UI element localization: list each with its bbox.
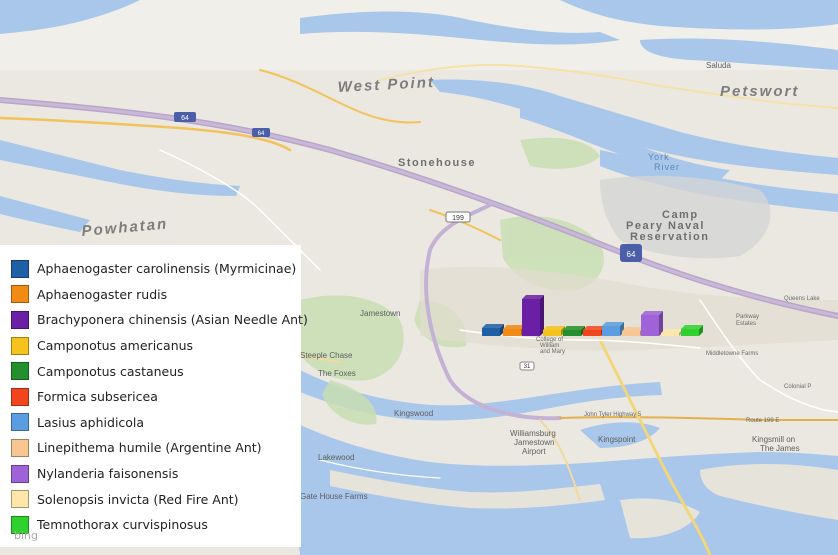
column-front <box>522 299 540 336</box>
label-and-mary: and Mary <box>540 349 565 355</box>
legend-swatch <box>11 490 29 509</box>
label-queens-lake: Queens Lake <box>784 296 820 302</box>
data-column[interactable] <box>661 329 683 336</box>
legend-label: Solenopsis invicta (Red Fire Ant) <box>37 491 239 507</box>
label-petsworth: Petswort <box>720 83 799 100</box>
column-front <box>681 329 699 336</box>
legend-swatch <box>11 413 29 432</box>
shield-64-a-label: 64 <box>181 115 189 122</box>
legend-swatch <box>11 336 29 355</box>
bing-logo: bing <box>14 529 38 542</box>
label-the-james: The James <box>760 444 800 453</box>
data-column[interactable] <box>543 326 565 336</box>
label-river: River <box>654 162 680 172</box>
label-estates: Estates <box>736 321 756 327</box>
legend-label: Camponotus americanus <box>37 338 194 354</box>
label-kingspoint: Kingspoint <box>598 435 636 444</box>
shield-64-b-label: 64 <box>258 131 265 137</box>
legend-label: Linepithema humile (Argentine Ant) <box>37 440 262 456</box>
label-airport: Airport <box>522 447 546 456</box>
legend-item[interactable]: Formica subsericea <box>11 384 301 410</box>
label-steeple-chase: Steeple Chase <box>300 351 353 360</box>
legend-item[interactable]: Aphaenogaster rudis <box>11 282 301 308</box>
label-york: York <box>648 152 670 162</box>
data-column[interactable] <box>602 322 624 336</box>
legend-item[interactable]: Camponotus americanus <box>11 333 301 359</box>
legend-label: Aphaenogaster rudis <box>37 286 168 302</box>
legend-item[interactable]: Aphaenogaster carolinensis (Myrmicinae) <box>11 256 301 282</box>
legend-swatch <box>11 285 29 304</box>
label-kingswood: Kingswood <box>394 409 433 418</box>
legend-item[interactable]: Lasius aphidicola <box>11 410 301 436</box>
column-front <box>503 329 521 336</box>
label-gate-house-farms: Gate House Farms <box>300 492 368 501</box>
column-front <box>661 333 679 336</box>
column-front <box>482 328 500 336</box>
legend-label: Brachyponera chinensis (Asian Needle Ant… <box>37 312 308 328</box>
legend-item[interactable]: Brachyponera chinensis (Asian Needle Ant… <box>11 307 308 333</box>
label-lakewood: Lakewood <box>318 453 354 462</box>
label-kingsmill: Kingsmill on <box>752 435 795 444</box>
legend-swatch <box>11 362 29 381</box>
label-jamestown-airport: Jamestown <box>514 438 554 447</box>
label-williamsburg: Williamsburg <box>510 429 556 438</box>
data-column[interactable] <box>681 325 703 336</box>
legend-swatch <box>11 259 29 278</box>
label-stonehouse: Stonehouse <box>398 157 476 169</box>
column-front <box>543 330 561 336</box>
legend-label: Aphaenogaster carolinensis (Myrmicinae) <box>37 261 297 277</box>
column-front <box>583 330 601 336</box>
label-colonial: Colonial P <box>784 384 811 390</box>
data-column[interactable] <box>583 326 605 336</box>
label-john-tyler: John Tyler Highway 5 <box>584 412 642 418</box>
label-reservation: Reservation <box>630 231 709 243</box>
label-jamestown: Jamestown <box>360 309 400 318</box>
legend-swatch <box>11 310 29 329</box>
legend-swatch <box>11 387 29 406</box>
data-column[interactable] <box>622 327 644 336</box>
label-parkway: Parkway <box>736 314 759 320</box>
legend-swatch <box>11 464 29 483</box>
column-front <box>602 326 620 336</box>
legend-label: Lasius aphidicola <box>37 414 145 430</box>
legend-item[interactable]: Nylanderia faisonensis <box>11 461 301 487</box>
label-middletowne: Middletowne Farms <box>706 351 758 357</box>
column-front <box>622 331 640 336</box>
data-column[interactable] <box>563 326 585 336</box>
label-saluda: Saluda <box>706 61 731 70</box>
legend-label: Nylanderia faisonensis <box>37 466 179 482</box>
legend-label: Temnothorax curvispinosus <box>37 517 208 533</box>
legend-item[interactable]: Linepithema humile (Argentine Ant) <box>11 435 301 461</box>
data-column[interactable] <box>482 324 504 336</box>
data-column[interactable] <box>503 325 525 336</box>
legend-item[interactable]: Camponotus castaneus <box>11 358 301 384</box>
data-column[interactable] <box>641 311 663 336</box>
shield-199-label: 199 <box>452 215 464 222</box>
label-the-foxes: The Foxes <box>318 369 356 378</box>
column-front <box>563 330 581 336</box>
shield-64-c-label: 64 <box>627 250 636 259</box>
column-front <box>641 315 659 336</box>
legend-label: Formica subsericea <box>37 389 158 405</box>
legend: Aphaenogaster carolinensis (Myrmicinae) A… <box>0 245 308 547</box>
legend-item[interactable]: Temnothorax curvispinosus <box>11 512 301 538</box>
legend-label: Camponotus castaneus <box>37 363 184 379</box>
data-column[interactable] <box>522 295 544 336</box>
shield-31-label: 31 <box>524 364 531 370</box>
label-route-199e: Route 199 E <box>746 418 779 424</box>
legend-swatch <box>11 438 29 457</box>
legend-list: Aphaenogaster carolinensis (Myrmicinae) A… <box>11 256 308 538</box>
legend-item[interactable]: Solenopsis invicta (Red Fire Ant) <box>11 486 301 512</box>
